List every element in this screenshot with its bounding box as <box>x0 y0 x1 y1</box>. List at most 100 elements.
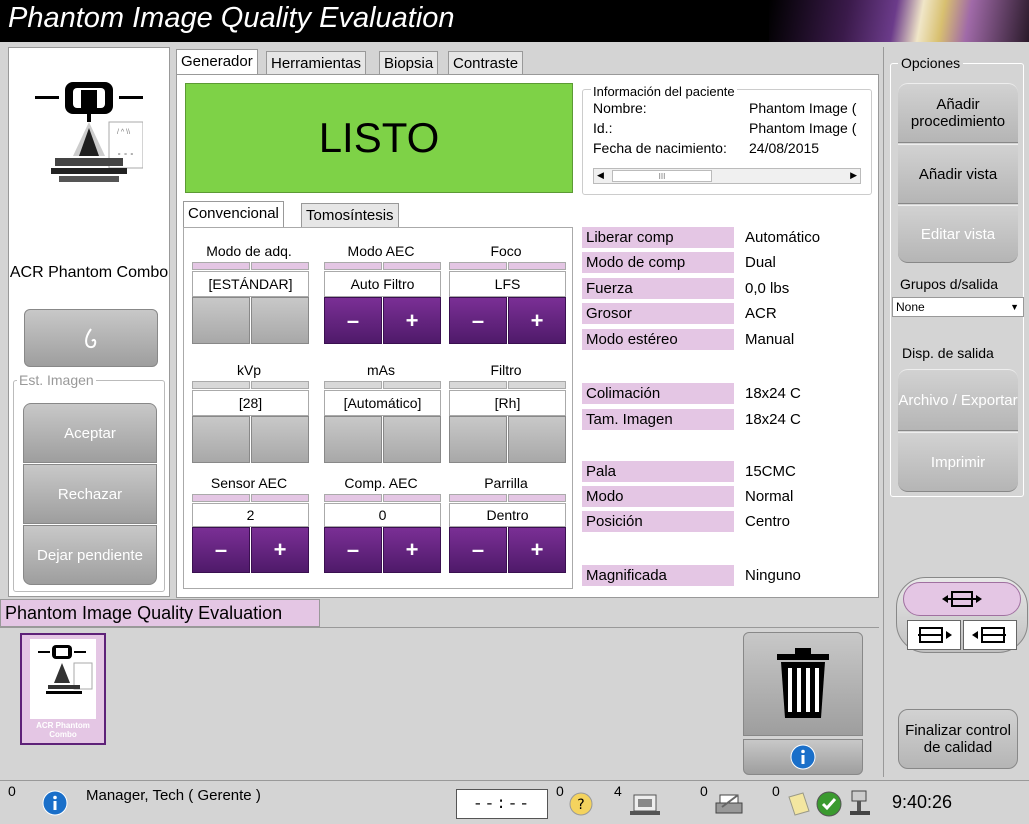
left-panel: / ^ \\ ∘ ∘ ∘ ACR Phantom Combo Est. Imag… <box>8 47 170 597</box>
sensor-strip-right[interactable] <box>251 494 309 502</box>
acq-mode-down-button[interactable] <box>192 297 250 344</box>
filter-strip-left[interactable] <box>449 381 507 389</box>
aec-sensor-minus-button[interactable]: – <box>192 527 250 573</box>
grid-plus-button[interactable]: + <box>508 527 566 573</box>
param-label-colimacion: Colimación <box>582 383 734 405</box>
param-label-pala: Pala <box>582 461 734 483</box>
user-name[interactable]: Manager, Tech ( Gerente ) <box>86 787 261 804</box>
filter-up-button[interactable] <box>508 416 566 463</box>
param-value-tam-imagen: 18x24 C <box>745 411 801 428</box>
paddle-right-button[interactable] <box>963 620 1017 650</box>
add-procedure-button[interactable]: Añadir procedimiento <box>898 83 1018 143</box>
focus-minus-button[interactable]: – <box>449 297 507 344</box>
aec-strip-right[interactable] <box>383 262 441 270</box>
paddle-right-icon <box>972 627 1006 643</box>
comp-strip-left[interactable] <box>324 494 382 502</box>
delete-button[interactable] <box>743 632 863 736</box>
param-value-liberar: Automático <box>745 229 821 246</box>
chevron-down-icon[interactable]: ▼ <box>1010 298 1019 316</box>
accept-button[interactable]: Aceptar <box>23 403 157 463</box>
mas-strip-left[interactable] <box>324 381 382 389</box>
patient-scrollbar[interactable]: ◀ III ▶ <box>593 168 861 184</box>
kvp-up-button[interactable] <box>251 416 309 463</box>
output-group-select[interactable]: None ▼ <box>892 297 1024 317</box>
filter-down-button[interactable] <box>449 416 507 463</box>
output-device-label: Disp. de salida <box>900 345 996 361</box>
aec-comp-plus-button[interactable]: + <box>383 527 441 573</box>
param-label-liberar: Liberar comp <box>582 227 734 249</box>
printer-icon[interactable] <box>712 791 746 817</box>
alarm-count: 0 <box>556 783 564 799</box>
tab-contraste[interactable]: Contraste <box>448 51 524 75</box>
paddle-center-button[interactable] <box>903 582 1021 616</box>
kvp-label: kVp <box>236 362 262 378</box>
focus-strip-right[interactable] <box>508 262 566 270</box>
thumbnail-acr-phantom[interactable]: ACR Phantom Combo <box>20 633 106 745</box>
print-button[interactable]: Imprimir <box>898 432 1018 492</box>
exposure-timer: --:-- <box>456 789 548 819</box>
mas-up-button[interactable] <box>383 416 441 463</box>
kvp-down-button[interactable] <box>192 416 250 463</box>
reject-button[interactable]: Rechazar <box>23 464 157 524</box>
procedure-tab[interactable]: Phantom Image Quality Evaluation <box>0 599 320 627</box>
scroll-thumb[interactable]: III <box>612 170 712 182</box>
implant-button[interactable] <box>24 309 158 367</box>
acq-mode-value: [ESTÁNDAR] <box>192 271 309 297</box>
focus-plus-button[interactable]: + <box>508 297 566 344</box>
sensor-strip-left[interactable] <box>192 494 250 502</box>
filter-strip-right[interactable] <box>508 381 566 389</box>
help-alarm-icon[interactable]: ? <box>568 791 594 817</box>
tab-convencional[interactable]: Convencional <box>183 201 284 227</box>
acq-strip-right[interactable] <box>251 262 309 270</box>
tab-biopsia[interactable]: Biopsia <box>379 51 439 75</box>
aec-sensor-label: Sensor AEC <box>210 475 288 491</box>
trash-icon <box>777 648 829 718</box>
comp-strip-right[interactable] <box>383 494 441 502</box>
focus-value: LFS <box>449 271 566 297</box>
title-decoration <box>769 0 1029 42</box>
aec-comp-minus-button[interactable]: – <box>324 527 382 573</box>
aec-strip-left[interactable] <box>324 262 382 270</box>
pending-button[interactable]: Dejar pendiente <box>23 525 157 585</box>
archive-export-button[interactable]: Archivo / Exportar <box>898 369 1018 431</box>
aec-mode-plus-button[interactable]: + <box>383 297 441 344</box>
info-button[interactable] <box>743 739 863 775</box>
acq-strip-left[interactable] <box>192 262 250 270</box>
param-label-modo: Modo <box>582 486 734 508</box>
notes-icon[interactable] <box>786 791 812 817</box>
edit-view-button[interactable]: Editar vista <box>898 205 1018 263</box>
tab-generador[interactable]: Generador <box>176 49 258 75</box>
patient-id-value: Phantom Image ( <box>749 120 857 136</box>
aec-mode-label: Modo AEC <box>347 243 415 259</box>
acq-mode-up-button[interactable] <box>251 297 309 344</box>
tab-herramientas[interactable]: Herramientas <box>266 51 367 75</box>
options-label: Opciones <box>898 55 964 71</box>
status-info-icon[interactable] <box>42 790 68 816</box>
scroll-left-icon[interactable]: ◀ <box>597 170 604 181</box>
kvp-strip-right[interactable] <box>251 381 309 389</box>
finish-qc-button[interactable]: Finalizar control de calidad <box>898 709 1018 769</box>
system-ok-icon[interactable] <box>816 791 842 817</box>
kvp-strip-left[interactable] <box>192 381 250 389</box>
param-label-fuerza: Fuerza <box>582 278 734 300</box>
grid-minus-button[interactable]: – <box>449 527 507 573</box>
scroll-right-icon[interactable]: ▶ <box>850 170 857 181</box>
grid-strip-right[interactable] <box>508 494 566 502</box>
param-label-modo-comp: Modo de comp <box>582 252 734 274</box>
tab-tomosintesis[interactable]: Tomosíntesis <box>301 203 399 227</box>
param-value-magnificada: Ninguno <box>745 567 801 584</box>
output-queue-icon[interactable] <box>628 791 662 817</box>
add-view-button[interactable]: Añadir vista <box>898 144 1018 204</box>
info-icon <box>790 744 816 770</box>
mas-strip-right[interactable] <box>383 381 441 389</box>
patient-info-title: Información del paciente <box>591 84 737 99</box>
aec-mode-minus-button[interactable]: – <box>324 297 382 344</box>
patient-name-value: Phantom Image ( <box>749 100 857 116</box>
paddle-left-button[interactable] <box>907 620 961 650</box>
mas-down-button[interactable] <box>324 416 382 463</box>
param-value-modo-comp: Dual <box>745 254 776 271</box>
aec-sensor-plus-button[interactable]: + <box>251 527 309 573</box>
grid-strip-left[interactable] <box>449 494 507 502</box>
detector-status-icon[interactable] <box>848 789 872 819</box>
focus-strip-left[interactable] <box>449 262 507 270</box>
